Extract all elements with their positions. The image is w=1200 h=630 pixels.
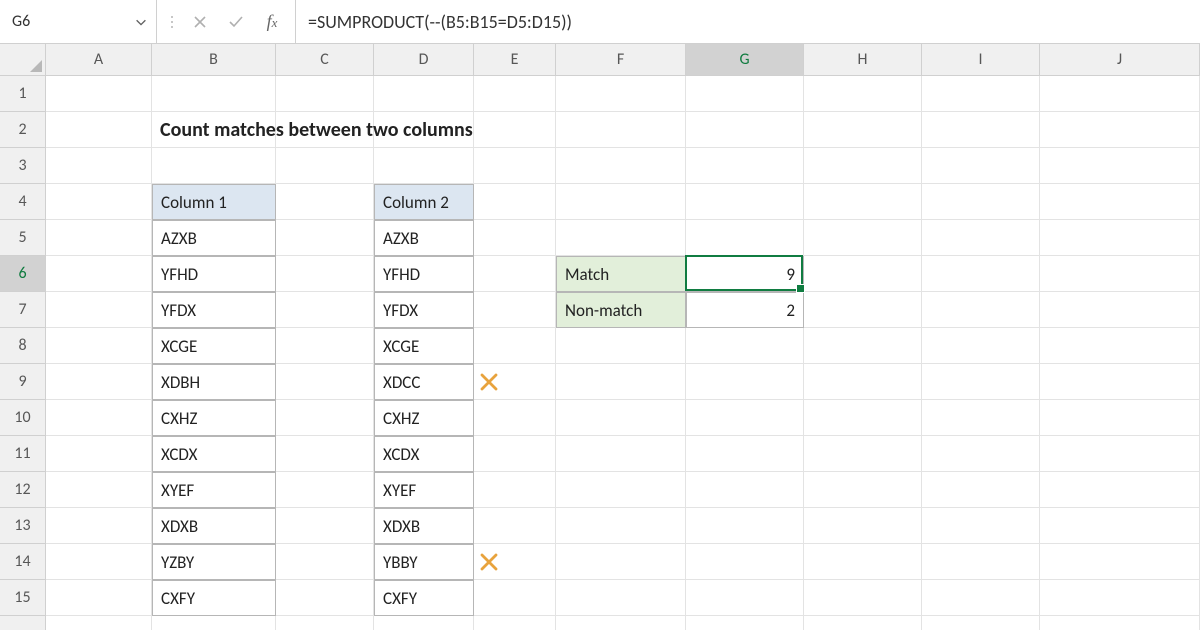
cancel-button[interactable] xyxy=(189,11,211,33)
col2-cell-2[interactable]: YFDX xyxy=(374,292,474,328)
row-header-14[interactable]: 14 xyxy=(0,544,45,580)
row-header-10[interactable]: 10 xyxy=(0,400,45,436)
column-header-H[interactable]: H xyxy=(804,44,922,75)
cells-area[interactable]: Count matches between two columns Column … xyxy=(46,76,1200,630)
formula-bar-buttons: fx xyxy=(157,0,296,43)
x-icon xyxy=(478,371,500,393)
column-header-B[interactable]: B xyxy=(152,44,276,75)
name-box-value: G6 xyxy=(12,12,30,31)
row-headers: 123456789101112131415 xyxy=(0,76,46,630)
column-header-E[interactable]: E xyxy=(474,44,556,75)
mismatch-mark-9 xyxy=(474,544,556,580)
col1-header: Column 1 xyxy=(152,184,276,220)
formula-text: =SUMPRODUCT(--(B5:B15=D5:D15)) xyxy=(308,11,572,33)
x-icon xyxy=(192,14,208,30)
column-header-J[interactable]: J xyxy=(1040,44,1200,75)
col2-cell-4[interactable]: XDCC xyxy=(374,364,474,400)
row-header-9[interactable]: 9 xyxy=(0,364,45,400)
column-header-F[interactable]: F xyxy=(556,44,686,75)
select-all-corner[interactable] xyxy=(0,44,46,76)
row-header-2[interactable]: 2 xyxy=(0,112,45,148)
col1-cell-0[interactable]: AZXB xyxy=(152,220,276,256)
col2-cell-1[interactable]: YFHD xyxy=(374,256,474,292)
nonmatch-label: Non-match xyxy=(556,292,686,328)
col1-cell-6[interactable]: XCDX xyxy=(152,436,276,472)
page-title: Count matches between two columns xyxy=(152,112,686,148)
row-header-1[interactable]: 1 xyxy=(0,76,45,112)
row-header-13[interactable]: 13 xyxy=(0,508,45,544)
row-header-7[interactable]: 7 xyxy=(0,292,45,328)
nonmatch-value[interactable]: 2 xyxy=(686,292,804,328)
column-header-C[interactable]: C xyxy=(276,44,374,75)
row-header-15[interactable]: 15 xyxy=(0,580,45,616)
match-label: Match xyxy=(556,256,686,292)
row-header-12[interactable]: 12 xyxy=(0,472,45,508)
col2-cell-0[interactable]: AZXB xyxy=(374,220,474,256)
x-icon xyxy=(478,551,500,573)
column-header-I[interactable]: I xyxy=(922,44,1040,75)
col2-cell-9[interactable]: YBBY xyxy=(374,544,474,580)
match-value[interactable]: 9 xyxy=(686,256,804,292)
col2-header: Column 2 xyxy=(374,184,474,220)
row-header-8[interactable]: 8 xyxy=(0,328,45,364)
col2-cell-5[interactable]: CXHZ xyxy=(374,400,474,436)
col1-cell-7[interactable]: XYEF xyxy=(152,472,276,508)
col2-cell-7[interactable]: XYEF xyxy=(374,472,474,508)
col2-cell-6[interactable]: XCDX xyxy=(374,436,474,472)
row-header-11[interactable]: 11 xyxy=(0,436,45,472)
col1-cell-9[interactable]: YZBY xyxy=(152,544,276,580)
chevron-down-icon xyxy=(134,15,148,29)
col1-cell-5[interactable]: CXHZ xyxy=(152,400,276,436)
col1-cell-10[interactable]: CXFY xyxy=(152,580,276,616)
col2-cell-3[interactable]: XCGE xyxy=(374,328,474,364)
row-header-4[interactable]: 4 xyxy=(0,184,45,220)
row-header-5[interactable]: 5 xyxy=(0,220,45,256)
col1-cell-2[interactable]: YFDX xyxy=(152,292,276,328)
fx-icon: fx xyxy=(267,11,278,32)
check-icon xyxy=(227,13,245,31)
column-header-D[interactable]: D xyxy=(374,44,474,75)
row-header-6[interactable]: 6 xyxy=(0,256,45,292)
column-header-A[interactable]: A xyxy=(46,44,152,75)
col1-cell-3[interactable]: XCGE xyxy=(152,328,276,364)
excel-window: G6 fx =SUMPRODUCT(--(B5:B15=D5:D15)) ABC… xyxy=(0,0,1200,630)
col2-cell-10[interactable]: CXFY xyxy=(374,580,474,616)
col2-cell-8[interactable]: XDXB xyxy=(374,508,474,544)
col1-cell-4[interactable]: XDBH xyxy=(152,364,276,400)
col1-cell-8[interactable]: XDXB xyxy=(152,508,276,544)
enter-button[interactable] xyxy=(225,11,247,33)
column-headers: ABCDEFGHIJ xyxy=(46,44,1200,76)
spreadsheet-grid[interactable]: ABCDEFGHIJ 123456789101112131415 Count m… xyxy=(0,44,1200,630)
grip-icon xyxy=(169,16,175,28)
fx-button[interactable]: fx xyxy=(261,11,283,33)
formula-input[interactable]: =SUMPRODUCT(--(B5:B15=D5:D15)) xyxy=(296,0,1200,43)
row-header-3[interactable]: 3 xyxy=(0,148,45,184)
name-box[interactable]: G6 xyxy=(0,0,157,43)
column-header-G[interactable]: G xyxy=(686,44,804,75)
formula-bar: G6 fx =SUMPRODUCT(--(B5:B15=D5:D15)) xyxy=(0,0,1200,44)
col1-cell-1[interactable]: YFHD xyxy=(152,256,276,292)
mismatch-mark-4 xyxy=(474,364,556,400)
